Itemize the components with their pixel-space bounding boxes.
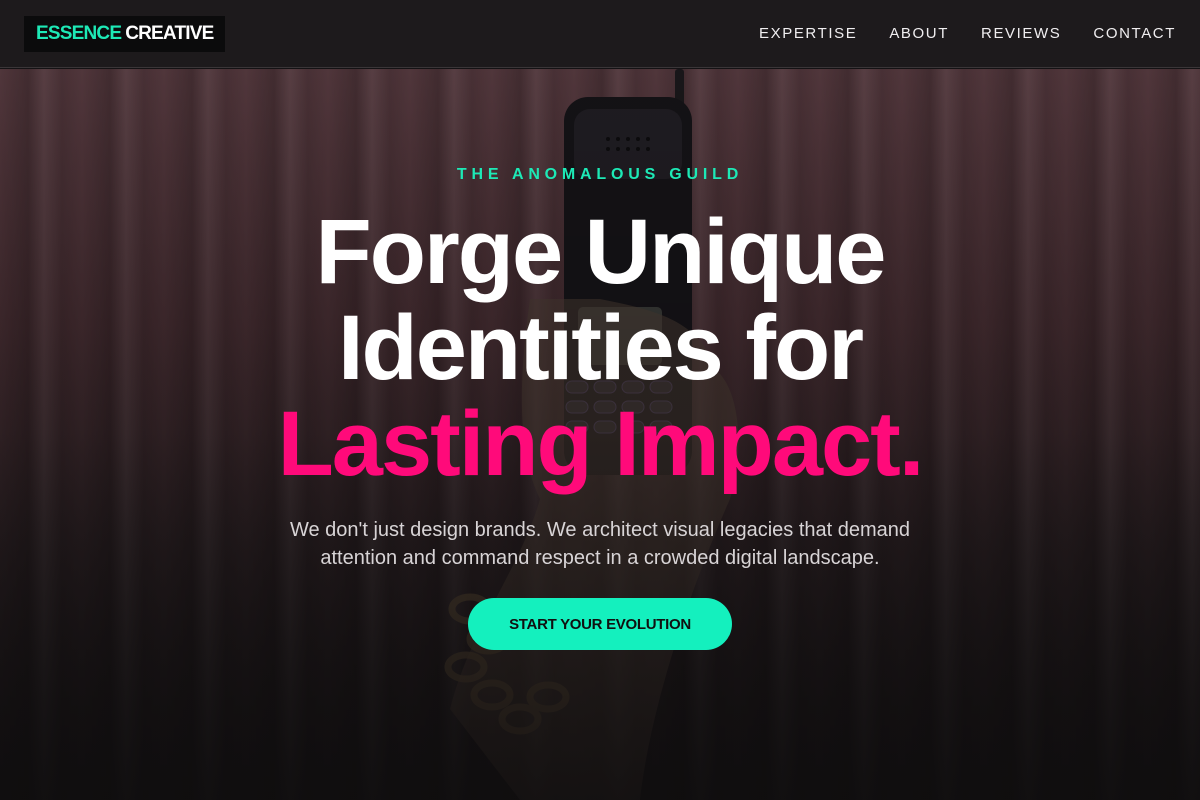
- headline-line-3-accent: Lasting Impact.: [277, 393, 925, 495]
- nav-link-contact[interactable]: CONTACT: [1093, 25, 1176, 42]
- logo-text-essence: ESSENCE: [36, 22, 122, 44]
- main-nav: EXPERTISE ABOUT REVIEWS CONTACT: [759, 25, 1176, 43]
- nav-link-reviews[interactable]: REVIEWS: [981, 25, 1061, 42]
- headline-line-1: Forge Unique: [315, 201, 887, 303]
- nav-link-about[interactable]: ABOUT: [889, 25, 949, 42]
- start-evolution-button[interactable]: START YOUR EVOLUTION: [468, 598, 732, 650]
- site-header: ESSENCE CREATIVE EXPERTISE ABOUT REVIEWS…: [0, 0, 1200, 68]
- hero-headline: Forge Unique Identities for Lasting Impa…: [0, 204, 1200, 492]
- hero-subtext: We don't just design brands. We architec…: [289, 519, 911, 569]
- headline-line-2: Identities for: [337, 297, 864, 399]
- hero-eyebrow: THE ANOMALOUS GUILD: [456, 166, 744, 183]
- logo-text-creative: CREATIVE: [125, 22, 214, 44]
- nav-link-expertise[interactable]: EXPERTISE: [759, 25, 857, 42]
- brand-logo[interactable]: ESSENCE CREATIVE: [24, 15, 226, 52]
